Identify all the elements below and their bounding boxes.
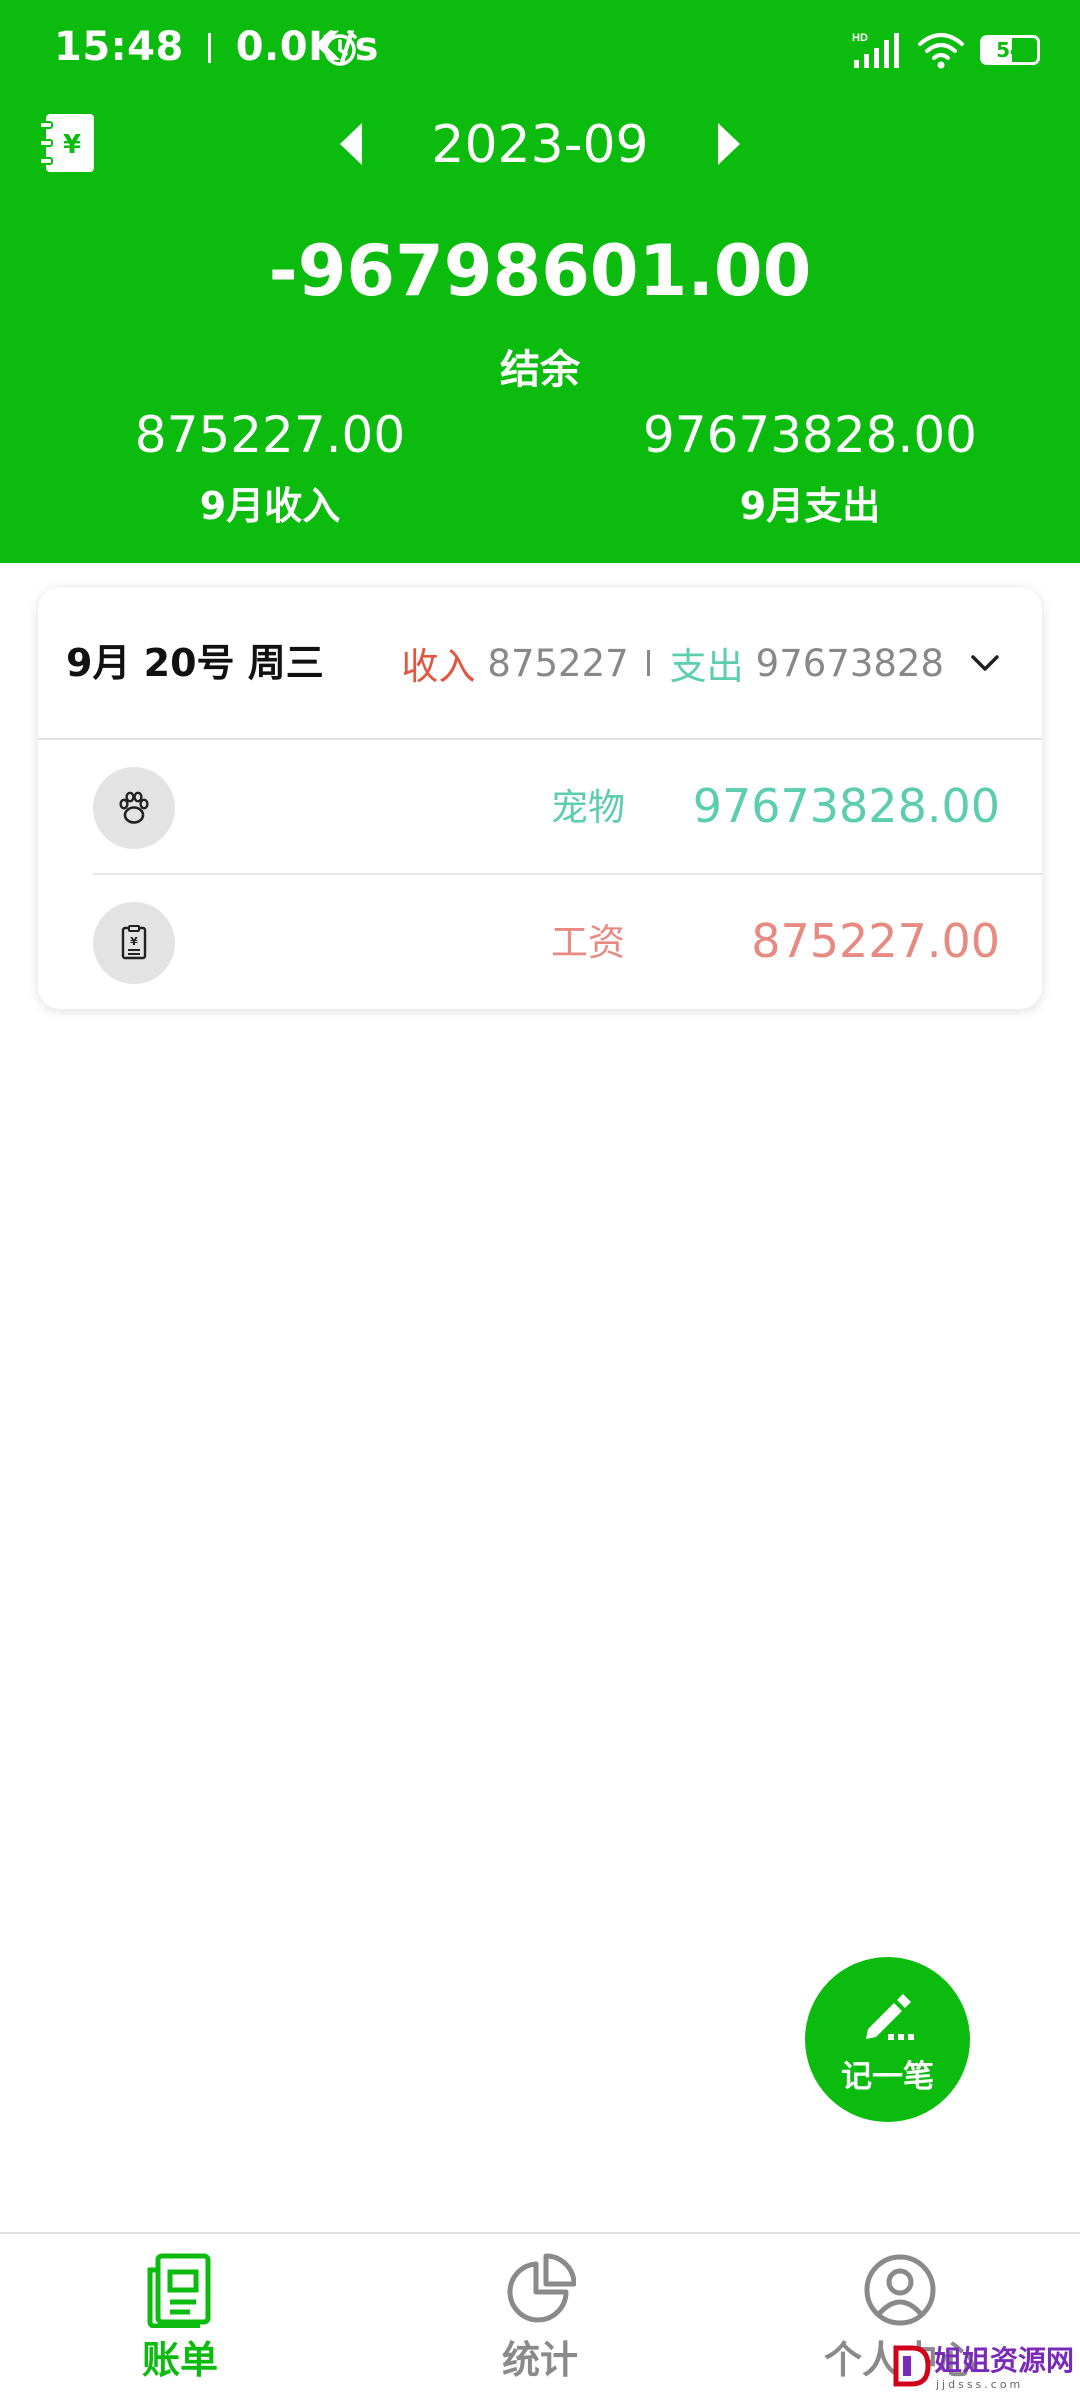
network-type-label: HD [852, 32, 868, 44]
site-watermark: 姐姐资源网 jjdsss.com [892, 2338, 1075, 2394]
header: 15:48 0.0K/s HD 54 ¥ 2023-09 -96798601.0… [0, 0, 1080, 563]
record-icon-circle [93, 767, 175, 849]
balance-value: -96798601.00 [268, 230, 812, 312]
status-separator [208, 33, 212, 63]
balance-label: 结余 [500, 347, 580, 393]
watermark-text: 姐姐资源网 [934, 2344, 1075, 2377]
day-header[interactable]: 9月 20号 周三 收入 875227 支出 97673828 [38, 587, 1042, 740]
monthly-income: 875227.00 9月收入 [60, 400, 480, 536]
day-expense-amount: 97673828 [755, 641, 944, 685]
triangle-right-icon[interactable] [714, 119, 746, 169]
bill-icon [147, 2253, 211, 2328]
monthly-expense: 97673828.00 9月支出 [600, 400, 1020, 536]
nav-item-statistics[interactable]: 统计 [440, 2234, 640, 2400]
status-bar: 15:48 0.0K/s HD 54 [0, 0, 1080, 100]
record-amount: 97673828.00 [692, 779, 1000, 833]
triangle-left-icon[interactable] [334, 119, 366, 169]
nav-label-bills: 账单 [141, 2338, 218, 2382]
salary-slip-icon: ¥ [121, 925, 147, 960]
monthly-expense-label: 9月支出 [739, 484, 881, 528]
record-amount: 875227.00 [751, 914, 1000, 968]
add-record-label: 记一笔 [841, 2059, 934, 2095]
day-summary: 收入 875227 支出 97673828 [401, 631, 1002, 695]
nav-item-bills[interactable]: 账单 [80, 2234, 280, 2400]
battery-level: 54 [996, 38, 1024, 62]
day-income-amount: 875227 [487, 641, 629, 685]
alarm-icon [323, 30, 357, 66]
record-category: 宠物 [551, 786, 625, 829]
add-record-button[interactable]: 记一笔 [805, 1957, 970, 2122]
record-category: 工资 [551, 921, 625, 964]
battery-icon: 54 [980, 35, 1040, 65]
current-month[interactable]: 2023-09 [390, 110, 690, 180]
user-icon [864, 2254, 936, 2326]
pie-chart-icon [507, 2253, 576, 2323]
pencil-icon [866, 1994, 914, 2040]
record-row-pet[interactable]: 宠物 97673828.00 [38, 740, 1042, 875]
monthly-expense-value: 97673828.00 [642, 406, 977, 464]
svg-text:¥: ¥ [130, 935, 138, 948]
status-right: HD 54 [852, 28, 1040, 72]
day-record-card: 9月 20号 周三 收入 875227 支出 97673828 宠物 97673… [38, 587, 1042, 1009]
status-time: 15:48 [54, 24, 184, 70]
paw-icon [119, 791, 149, 824]
monthly-income-value: 875227.00 [134, 406, 406, 464]
record-icon-circle: ¥ [93, 902, 175, 984]
chevron-down-icon[interactable] [968, 646, 1002, 680]
summary-divider [646, 650, 650, 676]
record-row-salary[interactable]: ¥ 工资 875227.00 [38, 875, 1042, 1008]
monthly-income-label: 9月收入 [199, 484, 341, 528]
nav-label-statistics: 统计 [501, 2338, 578, 2382]
day-date: 9月 20号 周三 [66, 641, 324, 685]
wifi-icon [918, 33, 964, 69]
day-income-label: 收入 [401, 645, 476, 688]
watermark-subtext: jjdsss.com [936, 2378, 1024, 2391]
watermark-logo-icon [893, 2345, 931, 2387]
month-navigator: 2023-09 [0, 105, 1080, 185]
day-expense-label: 支出 [669, 645, 744, 688]
cellular-signal-icon: HD [852, 32, 899, 68]
